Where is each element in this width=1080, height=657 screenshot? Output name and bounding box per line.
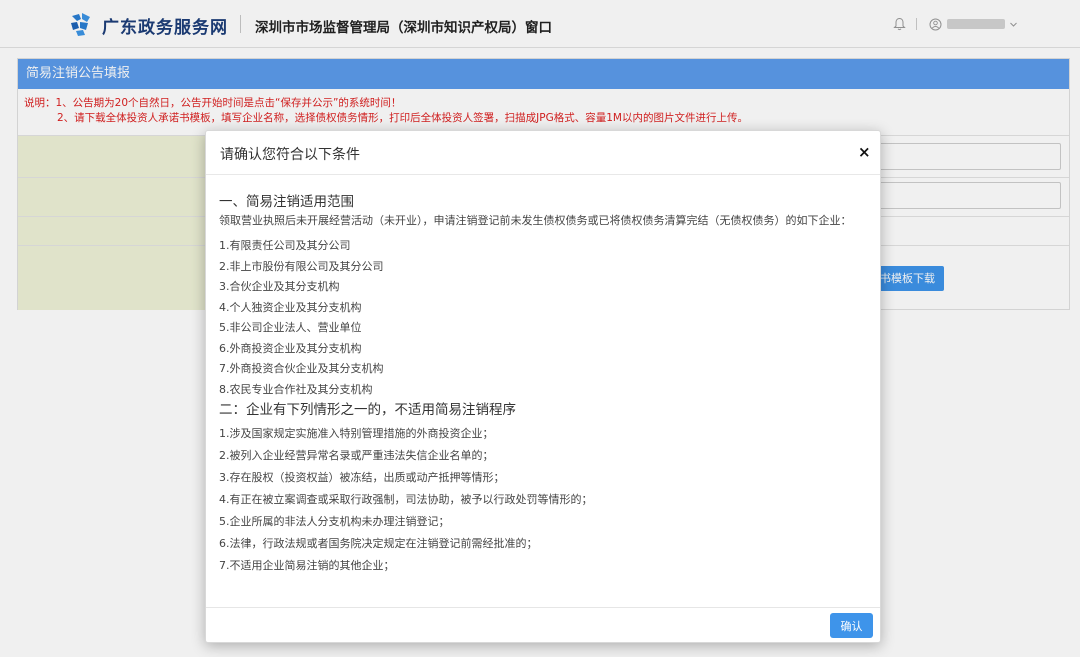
list-item: 7.外商投资合伙企业及其分支机构 — [219, 362, 384, 375]
dialog-footer-divider — [206, 607, 880, 608]
list-item: 7.不适用企业简易注销的其他企业； — [219, 559, 395, 572]
close-icon[interactable]: × — [858, 143, 871, 161]
list-item: 1.有限责任公司及其分公司 — [219, 239, 351, 252]
conditions-dialog: 请确认您符合以下条件 × 一、简易注销适用范围 领取营业执照后未开展经营活动（未… — [205, 130, 881, 643]
list-item: 5.企业所属的非法人分支机构未办理注销登记； — [219, 515, 450, 528]
list-item: 3.合伙企业及其分支机构 — [219, 280, 340, 293]
list-item: 4.有正在被立案调查或采取行政强制，司法协助，被予以行政处罚等情形的； — [219, 493, 593, 506]
applicable-list: 1.有限责任公司及其分公司 2.非上市股份有限公司及其分公司 3.合伙企业及其分… — [219, 236, 865, 400]
excluded-list: 1.涉及国家规定实施准入特别管理措施的外商投资企业； 2.被列入企业经营异常名录… — [219, 423, 865, 577]
list-item: 2.被列入企业经营异常名录或严重违法失信企业名单的； — [219, 449, 494, 462]
confirm-button[interactable]: 确认 — [830, 613, 873, 638]
list-item: 2.非上市股份有限公司及其分公司 — [219, 259, 384, 273]
list-item: 4.个人独资企业及其分支机构 — [219, 300, 362, 314]
dialog-header: 请确认您符合以下条件 × — [206, 131, 880, 175]
dialog-body: 一、简易注销适用范围 领取营业执照后未开展经营活动（未开业），申请注销登记前未发… — [219, 192, 865, 577]
section-2-title: 二：企业有下列情形之一的，不适用简易注销程序 — [219, 402, 516, 418]
list-item: 5.非公司企业法人、营业单位 — [219, 321, 362, 334]
dialog-title: 请确认您符合以下条件 — [220, 147, 360, 163]
list-item: 6.法律，行政法规或者国务院决定规定在注销登记前需经批准的； — [219, 537, 538, 550]
list-item: 1.涉及国家规定实施准入特别管理措施的外商投资企业； — [219, 427, 494, 440]
list-item: 6.外商投资企业及其分支机构 — [219, 341, 362, 355]
list-item: 8.农民专业合作社及其分支机构 — [219, 382, 373, 396]
list-item: 3.存在股权（投资权益）被冻结，出质或动产抵押等情形； — [219, 471, 505, 484]
section-1-title: 一、简易注销适用范围 — [219, 194, 354, 210]
section-1-intro: 领取营业执照后未开展经营活动（未开业），申请注销登记前未发生债权债务或已将债权债… — [219, 214, 852, 227]
